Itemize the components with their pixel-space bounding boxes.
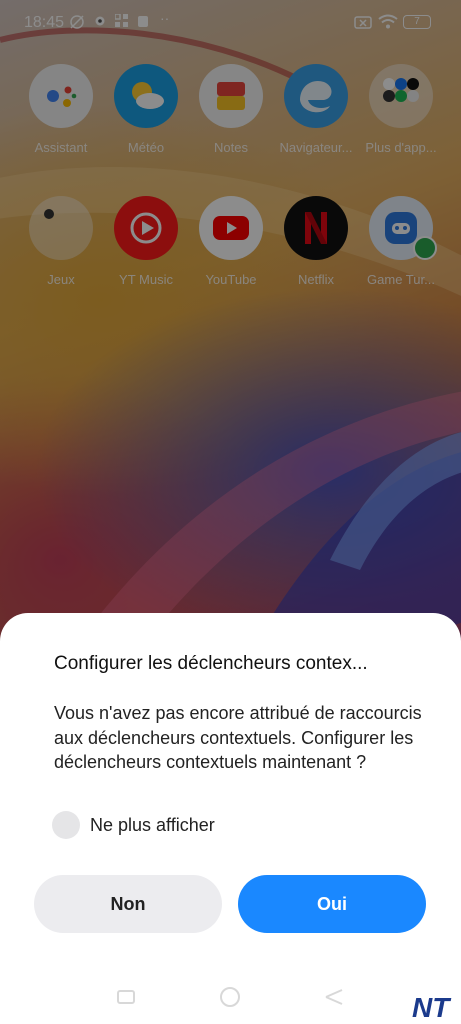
home-icon[interactable] <box>219 986 241 1013</box>
back-icon[interactable] <box>324 988 344 1011</box>
nav-bar: NT <box>0 980 461 1023</box>
yes-button[interactable]: Oui <box>238 875 426 933</box>
recent-apps-icon[interactable] <box>117 990 135 1009</box>
checkbox-label: Ne plus afficher <box>90 815 215 835</box>
dialog-message: Vous n'avez pas encore attribué de racco… <box>54 703 422 772</box>
dont-show-again-checkbox[interactable] <box>52 811 80 839</box>
watermark-logo: NT <box>412 992 450 1023</box>
dialog-title: Configurer les déclencheurs contex... <box>54 653 368 674</box>
no-button[interactable]: Non <box>34 875 222 933</box>
dialog-sheet: Configurer les déclencheurs contex... Vo… <box>0 613 461 1024</box>
